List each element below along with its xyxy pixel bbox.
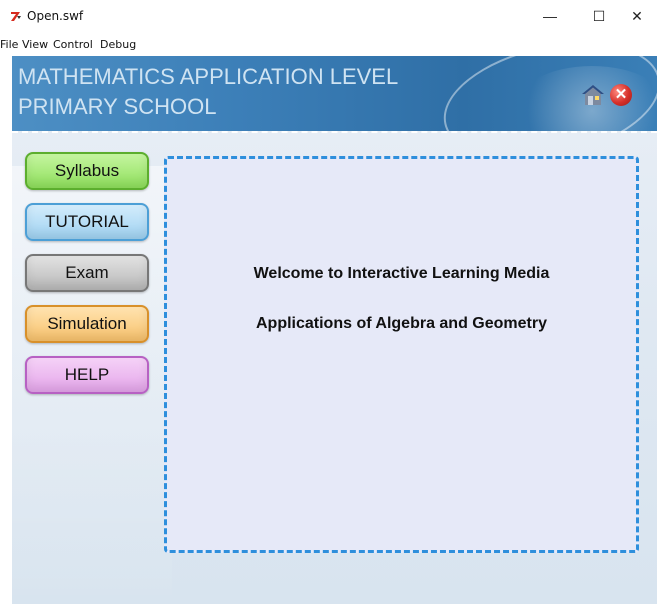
- header-divider: [12, 131, 657, 133]
- close-button[interactable]: ✕: [627, 8, 647, 24]
- simulation-button[interactable]: Simulation: [25, 305, 149, 343]
- window-title: Open.swf: [27, 9, 84, 23]
- content-panel: Welcome to Interactive Learning Media Ap…: [164, 156, 639, 553]
- tutorial-button[interactable]: TUTORIAL: [25, 203, 149, 241]
- help-label: HELP: [64, 365, 110, 384]
- window-titlebar: Open.swf — ☐ ✕: [0, 0, 657, 38]
- header-title-line2: PRIMARY SCHOOL: [18, 94, 217, 119]
- simulation-label: Simulation: [47, 314, 127, 333]
- syllabus-button[interactable]: Syllabus: [25, 152, 149, 190]
- menu-control[interactable]: Control: [53, 38, 93, 51]
- syllabus-label: Syllabus: [54, 161, 120, 180]
- welcome-heading: Welcome to Interactive Learning Media: [253, 265, 550, 282]
- subtitle-heading: Applications of Algebra and Geometry: [255, 315, 547, 332]
- home-icon[interactable]: [580, 83, 606, 107]
- flash-app-icon: [9, 9, 23, 23]
- minimize-button[interactable]: —: [540, 8, 560, 24]
- tutorial-label: TUTORIAL: [45, 212, 129, 231]
- maximize-button[interactable]: ☐: [589, 8, 609, 24]
- menu-bar: File View Control Debug: [0, 38, 657, 56]
- header-banner: MATHEMATICS APPLICATION LEVEL PRIMARY SC…: [12, 56, 657, 131]
- exit-icon[interactable]: ✕: [610, 84, 632, 106]
- header-title-line1: MATHEMATICS APPLICATION LEVEL: [18, 64, 399, 89]
- exam-button[interactable]: Exam: [25, 254, 149, 292]
- menu-debug[interactable]: Debug: [100, 38, 136, 51]
- menu-file[interactable]: File: [0, 38, 18, 51]
- help-button[interactable]: HELP: [25, 356, 149, 394]
- exam-label: Exam: [65, 263, 109, 282]
- menu-view[interactable]: View: [22, 38, 48, 51]
- flash-stage: MATHEMATICS APPLICATION LEVEL PRIMARY SC…: [12, 56, 657, 604]
